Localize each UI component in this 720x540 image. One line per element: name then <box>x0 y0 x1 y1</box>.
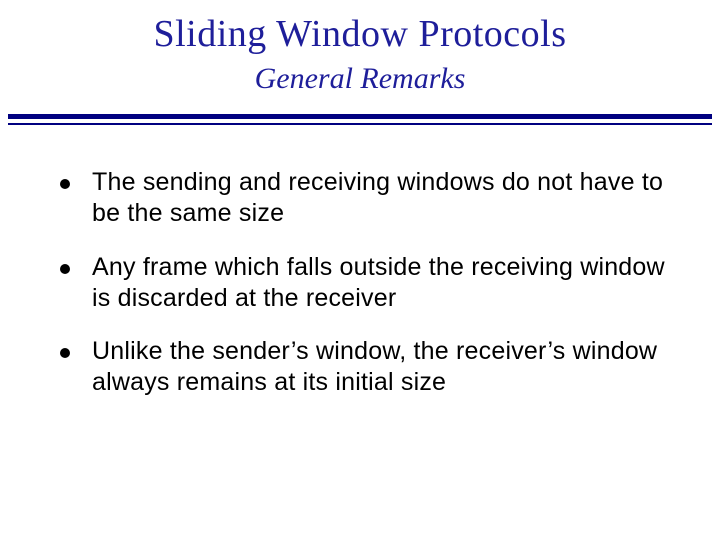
slide-title: Sliding Window Protocols <box>0 12 720 56</box>
bullet-text: Any frame which falls outside the receiv… <box>92 252 672 315</box>
slide: Sliding Window Protocols General Remarks… <box>0 12 720 540</box>
bullet-icon <box>60 348 70 358</box>
bullet-icon <box>60 179 70 189</box>
divider-thin-line <box>8 123 712 125</box>
list-item: Any frame which falls outside the receiv… <box>60 252 672 315</box>
slide-subtitle: General Remarks <box>0 62 720 96</box>
title-divider <box>8 114 712 125</box>
bullet-text: Unlike the sender’s window, the receiver… <box>92 336 672 399</box>
bullet-list: The sending and receiving windows do not… <box>60 167 672 399</box>
bullet-icon <box>60 264 70 274</box>
list-item: The sending and receiving windows do not… <box>60 167 672 230</box>
bullet-text: The sending and receiving windows do not… <box>92 167 672 230</box>
list-item: Unlike the sender’s window, the receiver… <box>60 336 672 399</box>
